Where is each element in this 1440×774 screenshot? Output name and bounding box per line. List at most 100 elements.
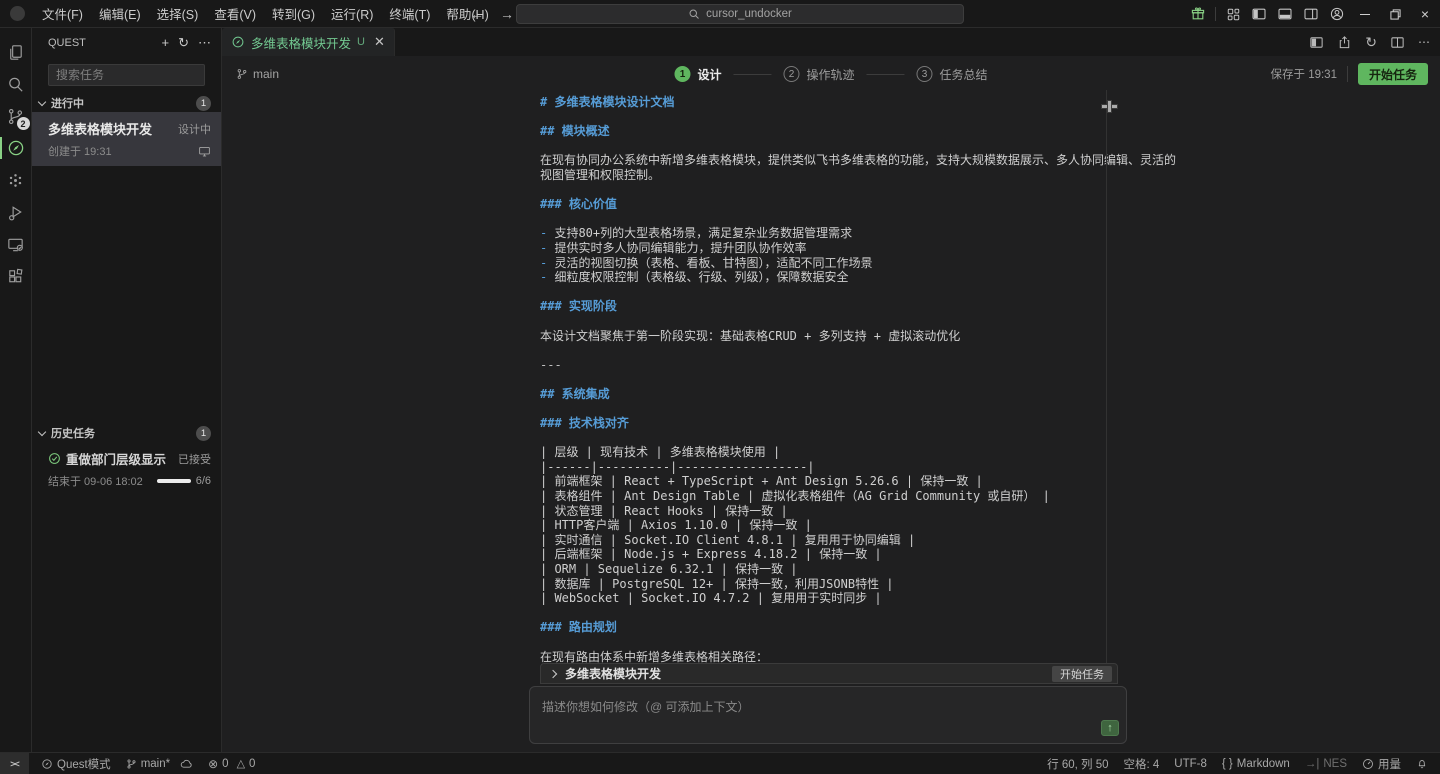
quest-icon xyxy=(231,35,245,49)
new-task-icon[interactable]: + xyxy=(162,35,170,51)
source-control-icon[interactable]: 2 xyxy=(0,100,32,132)
customize-layout-icon[interactable] xyxy=(1220,0,1246,28)
breadcrumb[interactable]: main xyxy=(236,56,279,92)
task-search-box xyxy=(48,64,205,86)
problems-item[interactable]: ⊗0 △0 xyxy=(208,757,255,771)
toggle-panel-left-icon[interactable] xyxy=(1246,0,1272,28)
task-progress-bar xyxy=(157,479,191,483)
saved-at-label: 保存于 19:31 xyxy=(1271,66,1337,82)
nav-forward-icon[interactable]: → xyxy=(500,6,514,22)
menu-bar: 文件(F)编辑(E)选择(S)查看(V)转到(G)运行(R)终端(T)帮助(H) xyxy=(34,1,497,26)
more-actions-icon[interactable]: ⋯ xyxy=(1418,35,1430,49)
menu-item[interactable]: 查看(V) xyxy=(206,1,264,26)
usage-item[interactable]: 用量 xyxy=(1362,756,1401,772)
app-window: { "titlebar": { "menus": ["文件(F)", "编辑(E… xyxy=(0,0,1440,774)
step-connector xyxy=(733,74,771,75)
task-status: 设计中 xyxy=(178,121,211,137)
window-restore-button[interactable] xyxy=(1380,0,1410,28)
tab-close-icon[interactable]: ✕ xyxy=(374,34,385,50)
step-2[interactable]: 2操作轨迹 xyxy=(783,66,854,83)
gauge-icon xyxy=(1362,758,1374,770)
share-icon[interactable] xyxy=(1337,35,1352,50)
doc-line xyxy=(540,606,1106,621)
quest-mode-item[interactable]: Quest模式 xyxy=(41,756,111,772)
task-item-history[interactable]: 重做部门层级显示 已接受 结束于 09-06 18:02 6/6 xyxy=(32,442,221,496)
more-actions-icon[interactable]: ⋯ xyxy=(198,35,211,51)
toggle-panel-bottom-icon[interactable] xyxy=(1272,0,1298,28)
indent-item[interactable]: 空格: 4 xyxy=(1124,756,1160,772)
step-number: 1 xyxy=(674,66,690,82)
chevron-down-icon xyxy=(38,427,46,435)
sidebar-title: QUEST xyxy=(48,37,86,49)
composer-input[interactable] xyxy=(530,687,1126,743)
task-collapse-bar[interactable]: 多维表格模块开发 开始任务 xyxy=(540,663,1118,684)
menu-item[interactable]: 转到(G) xyxy=(264,1,323,26)
tab-quest-design[interactable]: 多维表格模块开发 U ✕ xyxy=(222,28,395,56)
doc-line: - 支持80+列的大型表格场景，满足复杂业务数据管理需求 xyxy=(540,226,1106,241)
doc-line: ## 系统集成 xyxy=(540,387,1106,402)
branch-item[interactable]: main* xyxy=(126,758,193,770)
send-button[interactable]: ↑ xyxy=(1101,720,1119,736)
doc-line: | WebSocket | Socket.IO 4.7.2 | 复用用于实时同步… xyxy=(540,591,1106,606)
nes-item[interactable]: →| NES xyxy=(1305,758,1347,770)
doc-line: ### 路由规划 xyxy=(540,620,1106,635)
extensions-icon[interactable] xyxy=(0,260,32,292)
refresh-icon[interactable]: ↻ xyxy=(178,35,189,51)
doc-line xyxy=(540,635,1106,650)
explorer-icon[interactable] xyxy=(0,36,32,68)
design-document[interactable]: # 多维表格模块设计文档## 模块概述在现有协同办公系统中新增多维表格模块，提供… xyxy=(222,92,1440,752)
language-item[interactable]: { } Markdown xyxy=(1222,758,1290,770)
wizard-steps: 1设计 2操作轨迹 3任务总结 xyxy=(674,56,987,92)
menu-item[interactable]: 编辑(E) xyxy=(91,1,149,26)
content-edge-line xyxy=(1106,90,1107,663)
chevron-right-icon xyxy=(549,669,557,677)
command-center-search[interactable]: cursor_undocker xyxy=(516,4,964,24)
quest-icon[interactable] xyxy=(0,132,32,164)
remote-explorer-icon[interactable] xyxy=(0,228,32,260)
sync-icon[interactable]: ↻ xyxy=(1365,34,1377,51)
section-history[interactable]: 历史任务 1 xyxy=(32,424,221,442)
gift-icon[interactable] xyxy=(1185,0,1211,28)
doc-line: | 后端框架 | Node.js + Express 4.18.2 | 保持一致… xyxy=(540,547,1106,562)
doc-line: - 细粒度权限控制（表格级、行级、列级），保障数据安全 xyxy=(540,270,1106,285)
task-title: 重做部门层级显示 xyxy=(66,449,166,468)
nav-back-icon[interactable]: ← xyxy=(470,6,484,22)
open-preview-icon[interactable] xyxy=(1309,35,1324,50)
start-task-button[interactable]: 开始任务 xyxy=(1358,63,1428,85)
menu-item[interactable]: 选择(S) xyxy=(149,1,207,26)
line-col-item[interactable]: 行 60, 列 50 xyxy=(1047,756,1108,772)
task-item-active[interactable]: 多维表格模块开发 设计中 创建于 19:31 xyxy=(32,112,221,166)
breadcrumb-branch: main xyxy=(253,67,279,81)
step-connector xyxy=(867,74,905,75)
task-collapse-title: 多维表格模块开发 xyxy=(565,665,661,682)
run-debug-icon[interactable] xyxy=(0,196,32,228)
section-label: 历史任务 xyxy=(51,425,95,441)
step-number: 2 xyxy=(783,66,799,82)
menu-item[interactable]: 文件(F) xyxy=(34,1,91,26)
doc-line: | 数据库 | PostgreSQL 12+ | 保持一致，利用JSONB特性 … xyxy=(540,577,1106,592)
step-3[interactable]: 3任务总结 xyxy=(917,66,988,83)
menu-item[interactable]: 终端(T) xyxy=(381,1,438,26)
window-minimize-button[interactable] xyxy=(1350,0,1380,28)
notifications-bell-icon[interactable] xyxy=(1416,757,1428,770)
task-title: 多维表格模块开发 xyxy=(48,119,152,138)
task-created: 创建于 19:31 xyxy=(48,143,112,159)
split-editor-icon[interactable] xyxy=(1390,35,1405,50)
section-in-progress[interactable]: 进行中 1 xyxy=(32,94,221,112)
window-close-button[interactable]: × xyxy=(1410,0,1440,28)
search-icon[interactable] xyxy=(0,68,32,100)
task-search-input[interactable] xyxy=(49,68,218,82)
encoding-item[interactable]: UTF-8 xyxy=(1174,758,1207,770)
toggle-panel-right-icon[interactable] xyxy=(1298,0,1324,28)
test-molecule-icon[interactable] xyxy=(0,164,32,196)
step-number: 3 xyxy=(917,66,933,82)
doc-line: | 前端框架 | React + TypeScript + Ant Design… xyxy=(540,474,1106,489)
account-icon[interactable] xyxy=(1324,0,1350,28)
menu-item[interactable]: 运行(R) xyxy=(323,1,381,26)
remote-indicator[interactable]: >< xyxy=(0,753,29,774)
tab-arrow-icon: →| xyxy=(1305,758,1320,770)
step-1[interactable]: 1设计 xyxy=(674,66,721,83)
doc-line: | ORM | Sequelize 6.32.1 | 保持一致 | xyxy=(540,562,1106,577)
start-task-secondary-button[interactable]: 开始任务 xyxy=(1052,666,1112,682)
doc-line: - 提供实时多人协同编辑能力，提升团队协作效率 xyxy=(540,241,1106,256)
